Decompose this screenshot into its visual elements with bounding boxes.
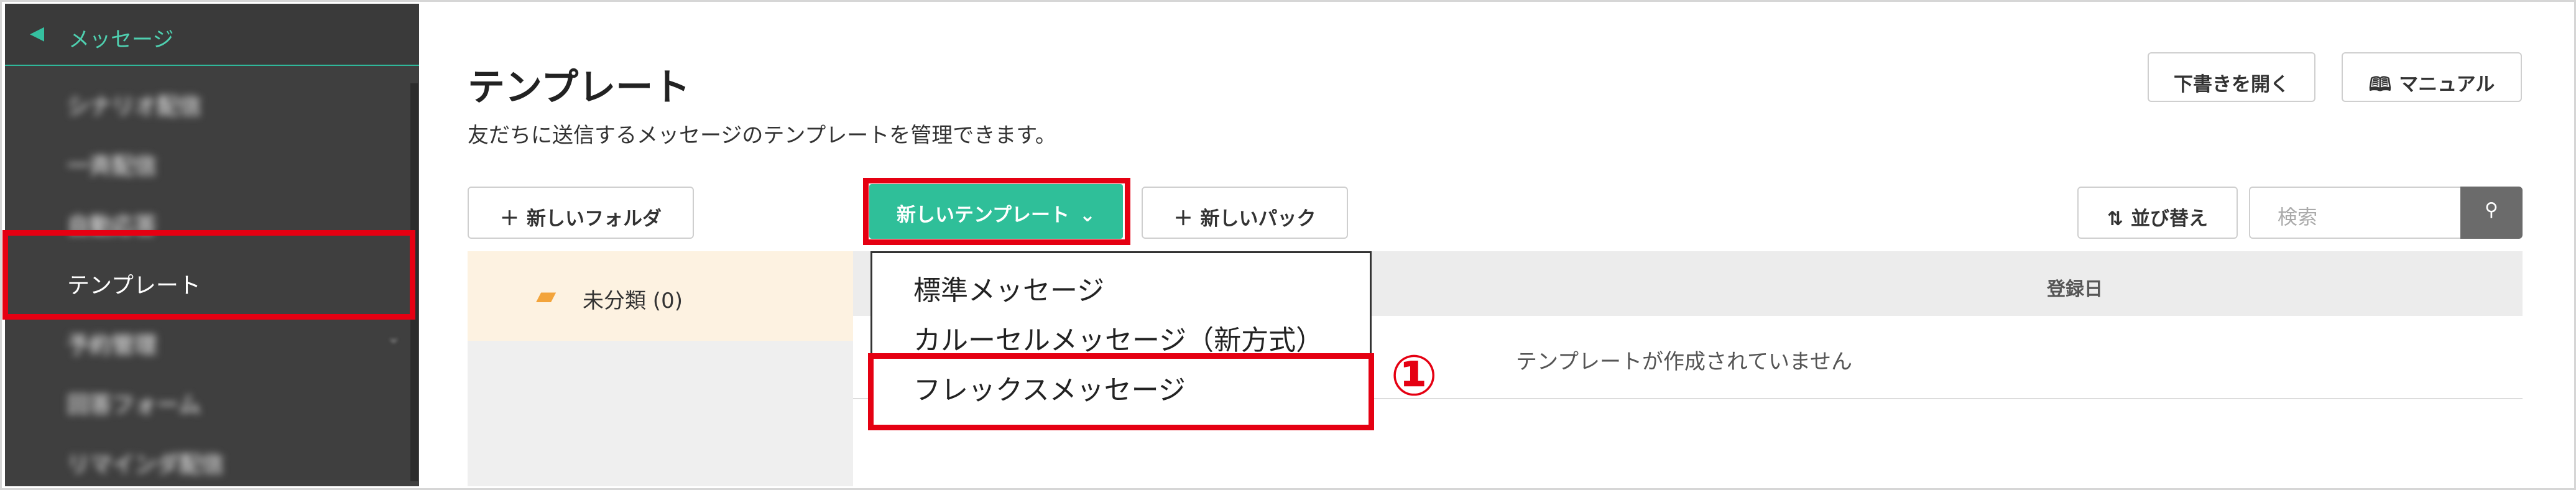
page-title: テンプレート	[468, 66, 691, 109]
folder-label: 未分類 (0)	[583, 289, 683, 313]
search-placeholder: 検索	[2278, 205, 2318, 229]
column-header-registered-date[interactable]: 登録日	[2047, 274, 2103, 301]
new-pack-label: 新しいパック	[1200, 208, 1316, 230]
sidebar-item-label: 一斉配信	[67, 154, 157, 179]
sidebar-item-label: シナリオ配信	[67, 94, 202, 119]
sidebar-item-label: 回答フォーム	[67, 392, 201, 418]
search-button[interactable]: ⚲	[2460, 187, 2523, 239]
open-drafts-label: 下書きを開く	[2174, 73, 2289, 96]
sidebar-header-label: メッセージ	[68, 27, 174, 52]
folder-item-uncategorized[interactable]: ▰ 未分類 (0)	[468, 251, 853, 341]
megaphone-icon: ◀	[30, 22, 45, 44]
sidebar-item-broadcast[interactable]: 一斉配信	[5, 131, 419, 190]
menu-item-standard-message[interactable]: 標準メッセージ	[913, 268, 1104, 308]
new-folder-label: 新しいフォルダ	[527, 208, 662, 230]
menu-item-carousel-message[interactable]: カルーセルメッセージ（新方式）	[913, 318, 1323, 358]
sidebar-header-messages[interactable]: ◀ メッセージ	[5, 4, 419, 66]
plus-icon: ＋	[500, 208, 519, 230]
sidebar-item-label: リマインダ配信	[67, 452, 224, 478]
sidebar-item-form[interactable]: 回答フォーム	[5, 369, 419, 429]
highlight-box-flex-message	[868, 353, 1374, 430]
sidebar-item-label: 予約管理	[67, 333, 157, 358]
plus-icon: ＋	[1173, 208, 1193, 230]
search-icon: ⚲	[2485, 199, 2498, 221]
search-input[interactable]: 検索	[2249, 187, 2460, 239]
sidebar-item-scenario[interactable]: シナリオ配信	[5, 71, 419, 131]
highlight-box-new-template	[863, 178, 1130, 245]
callout-number: ①	[1390, 343, 1438, 409]
sort-label: 並び替え	[2130, 208, 2208, 230]
chevron-down-icon: ⌄	[387, 328, 400, 347]
book-icon: 🕮	[2368, 73, 2392, 96]
sort-button[interactable]: ⇅ 並び替え	[2077, 187, 2238, 239]
new-pack-button[interactable]: ＋ 新しいパック	[1142, 187, 1348, 239]
manual-label: マニュアル	[2399, 73, 2495, 96]
folder-open-icon: ▰	[536, 280, 556, 310]
page-description: 友だちに送信するメッセージのテンプレートを管理できます。	[468, 123, 1056, 148]
sort-icon: ⇅	[2107, 208, 2123, 230]
open-drafts-button[interactable]: 下書きを開く	[2148, 52, 2315, 102]
manual-button[interactable]: 🕮 マニュアル	[2342, 52, 2522, 102]
sidebar-item-reminder[interactable]: リマインダ配信	[5, 429, 419, 486]
empty-state-text: テンプレートが作成されていません	[1516, 349, 1852, 374]
new-folder-button[interactable]: ＋ 新しいフォルダ	[468, 187, 694, 239]
highlight-box-template	[2, 230, 415, 320]
